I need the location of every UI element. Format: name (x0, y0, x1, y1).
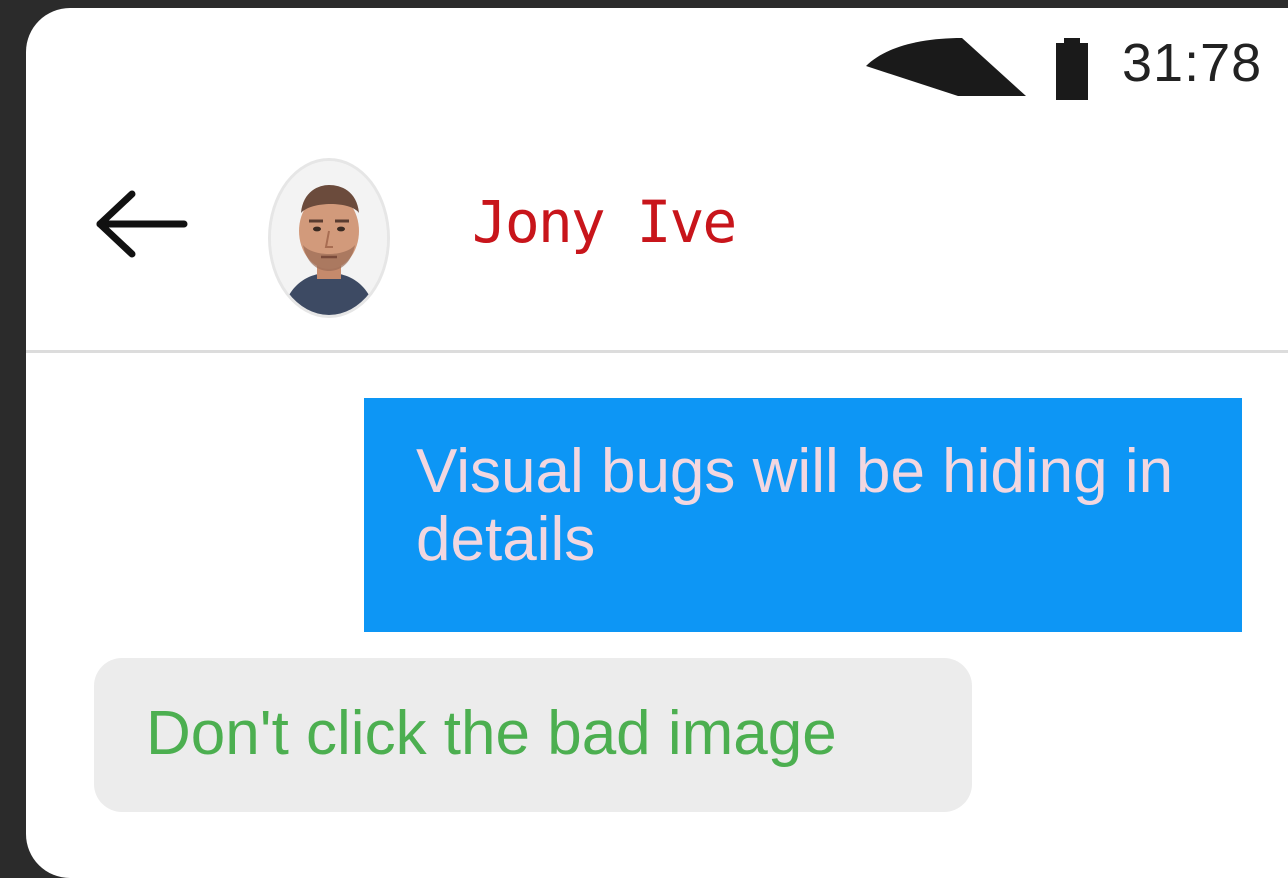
arrow-left-icon (96, 190, 188, 258)
message-text: Don't click the bad image (146, 699, 837, 768)
contact-avatar[interactable] (268, 158, 390, 318)
chat-header: Jony Ive (26, 118, 1288, 353)
status-time: 31:78 (1122, 33, 1263, 93)
contact-avatar-image (271, 161, 387, 315)
back-button[interactable] (92, 188, 192, 260)
status-bar: 31:78 (26, 8, 1288, 118)
contact-name: Jony Ive (472, 188, 737, 256)
message-text: Visual bugs will be hiding in details (416, 437, 1174, 574)
message-bubble-received: Don't click the bad image (94, 658, 972, 812)
wifi-icon (866, 38, 962, 96)
phone-screen: 31:78 Jony Ive Visual bugs will be hidin… (26, 8, 1288, 878)
message-bubble-sent: Visual bugs will be hiding in details (364, 398, 1242, 632)
battery-icon (1056, 38, 1088, 100)
signal-icon (962, 38, 1026, 96)
